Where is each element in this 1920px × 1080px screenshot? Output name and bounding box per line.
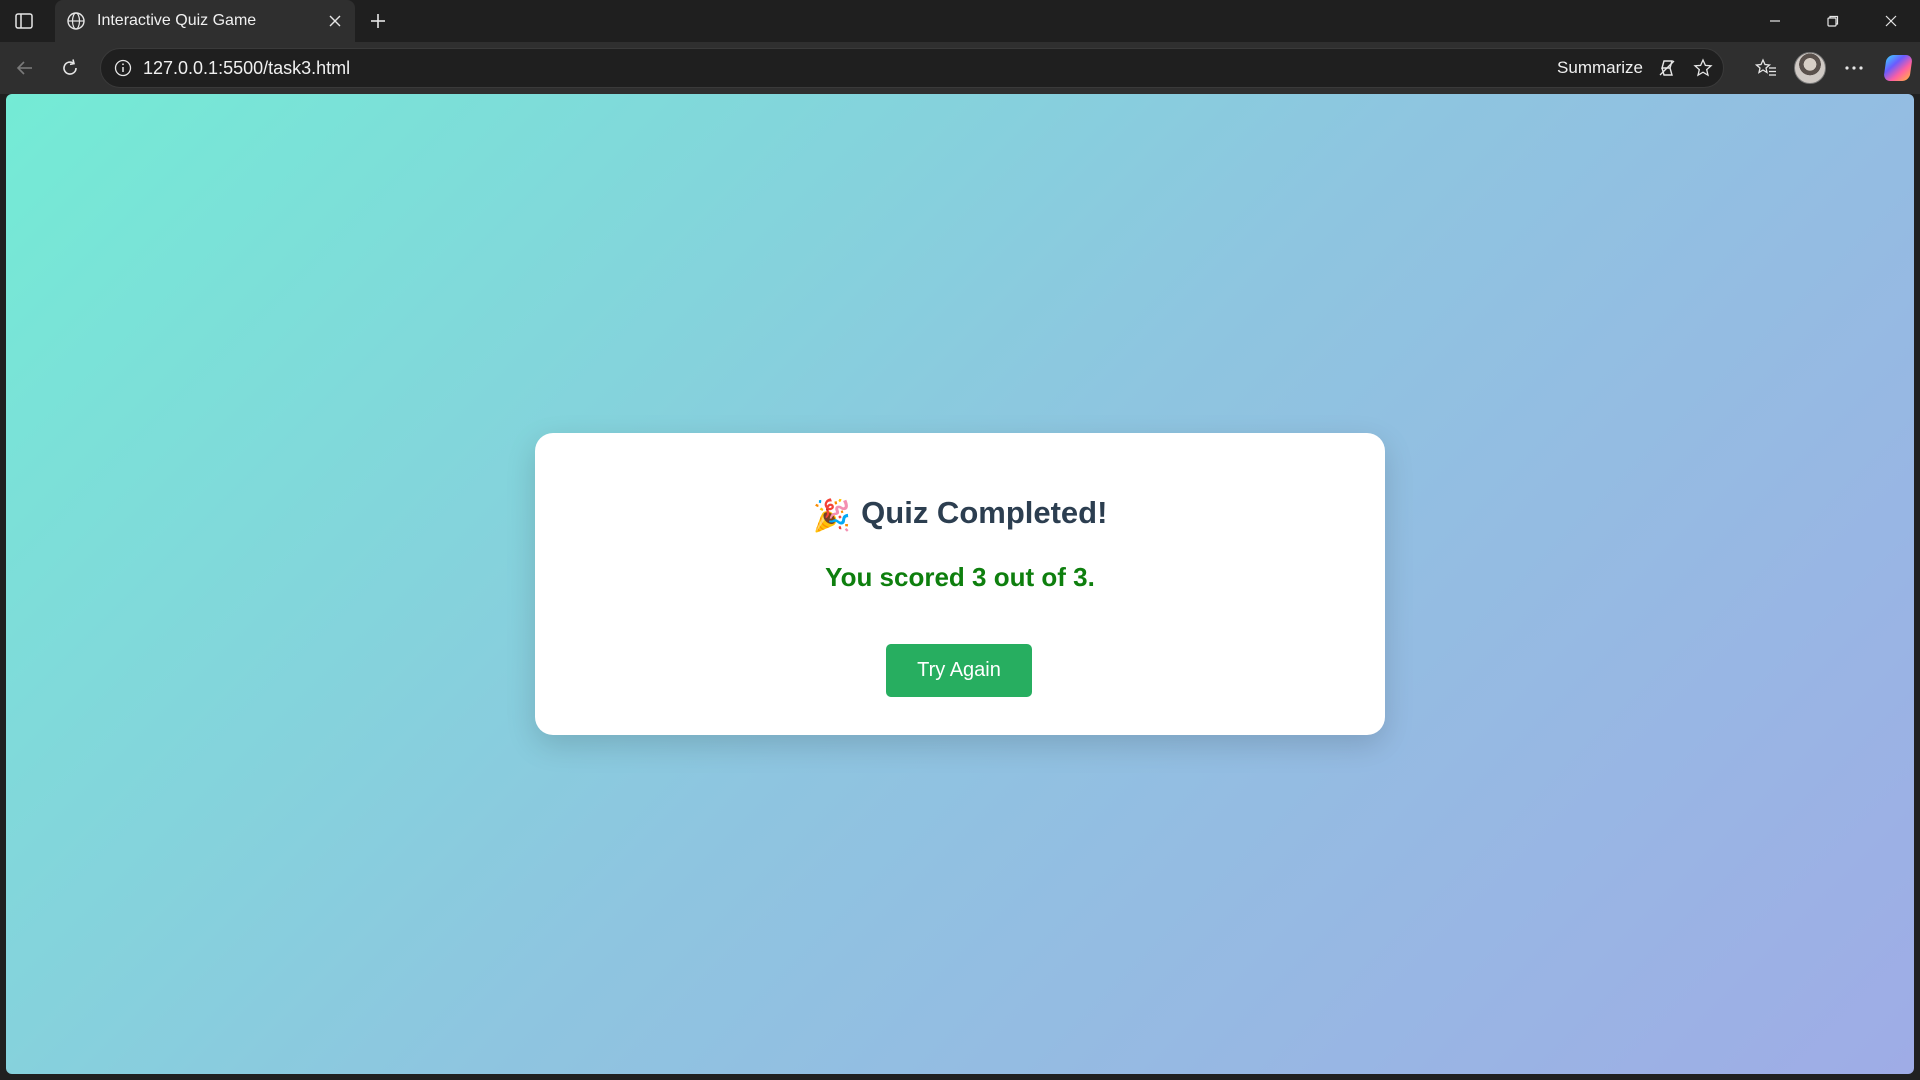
copilot-icon[interactable] (1876, 48, 1920, 88)
plus-icon[interactable] (364, 7, 392, 35)
browser-tab[interactable]: Interactive Quiz Game (55, 0, 355, 42)
address-bar[interactable]: 127.0.0.1:5500/task3.html Summarize (100, 48, 1724, 88)
page-viewport: 🎉 Quiz Completed! You scored 3 out of 3. … (6, 94, 1914, 1074)
party-popper-icon: 🎉 (812, 498, 852, 533)
result-title-text: Quiz Completed! (861, 495, 1108, 530)
minimize-icon[interactable] (1746, 0, 1804, 42)
globe-icon (65, 10, 87, 32)
refresh-icon[interactable] (53, 51, 87, 85)
star-icon[interactable] (1687, 52, 1719, 84)
window-close-icon[interactable] (1862, 0, 1920, 42)
back-arrow-icon[interactable] (8, 51, 42, 85)
score-text: You scored 3 out of 3. (825, 562, 1095, 592)
browser-toolbar: 127.0.0.1:5500/task3.html Summarize (0, 42, 1920, 94)
profile-button[interactable] (1788, 48, 1832, 88)
result-card: 🎉 Quiz Completed! You scored 3 out of 3. … (535, 433, 1385, 735)
result-title: 🎉 Quiz Completed! (535, 495, 1385, 534)
url-text[interactable]: 127.0.0.1:5500/task3.html (143, 58, 1557, 79)
info-icon[interactable] (113, 58, 133, 78)
try-again-button[interactable]: Try Again (886, 644, 1032, 697)
summarize-button[interactable]: Summarize (1557, 58, 1643, 78)
favorites-icon[interactable] (1744, 48, 1788, 88)
close-icon[interactable] (321, 7, 349, 35)
toolbar-right (1744, 42, 1920, 94)
more-icon[interactable] (1832, 48, 1876, 88)
restore-icon[interactable] (1804, 0, 1862, 42)
window-controls (1746, 0, 1920, 42)
sidebar-toggle-icon[interactable] (12, 10, 36, 32)
browser-titlebar: Interactive Quiz Game (0, 0, 1920, 42)
tab-title: Interactive Quiz Game (97, 12, 257, 29)
summarize-icon[interactable] (1651, 52, 1683, 84)
avatar (1794, 52, 1826, 84)
